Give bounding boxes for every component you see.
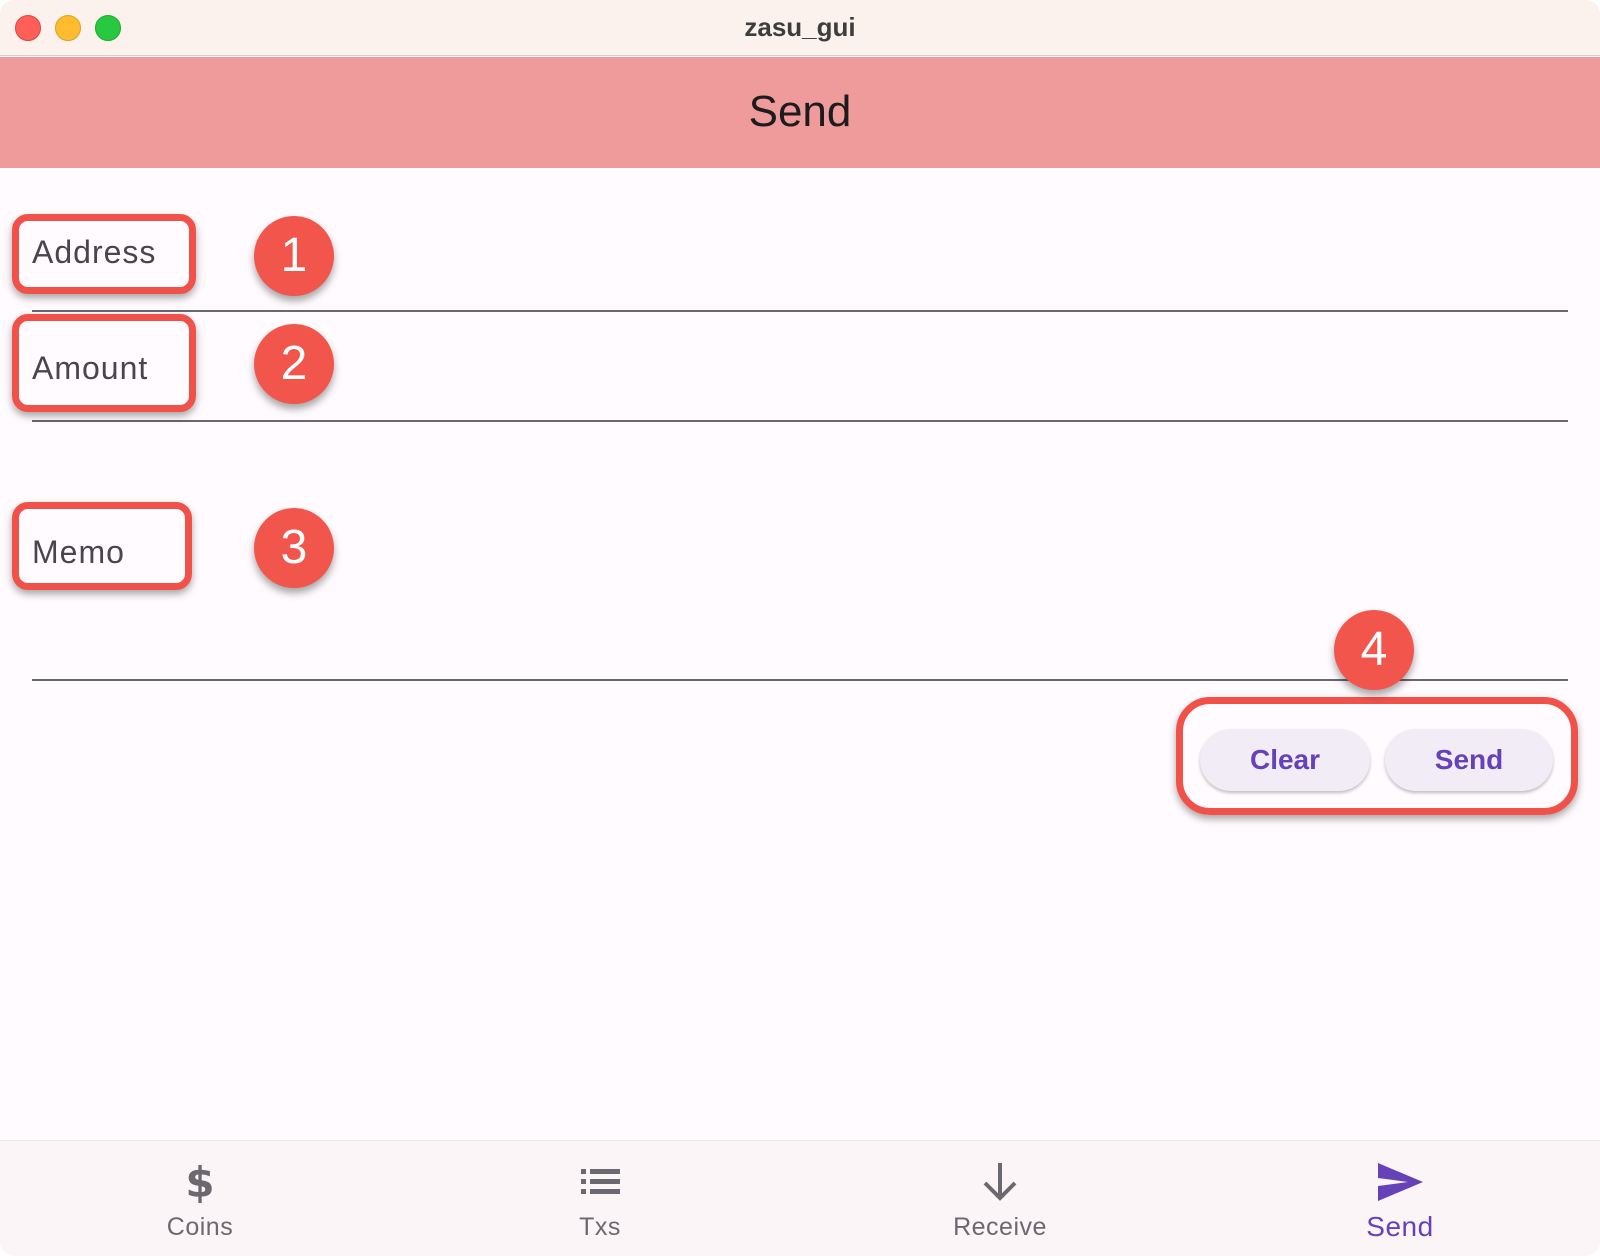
clear-button[interactable]: Clear [1200,729,1370,791]
nav-item-receive[interactable]: Receive [800,1141,1200,1256]
app-window: zasu_gui Send Address 1 Amount 2 Memo 3 … [0,0,1600,1256]
nav-label-receive: Receive [953,1213,1047,1241]
app-bar: Send [0,57,1600,168]
nav-item-txs[interactable]: Txs [400,1141,800,1256]
bottom-navigation: $ Coins Txs Receive Send [0,1140,1600,1256]
annotation-box-address [12,214,196,294]
send-icon [1378,1163,1423,1201]
amount-underline [32,420,1568,422]
annotation-badge-1: 1 [254,216,334,296]
nav-label-coins: Coins [166,1213,234,1241]
nav-item-send[interactable]: Send [1200,1141,1600,1256]
svg-text:$: $ [185,1159,214,1205]
send-button[interactable]: Send [1385,729,1553,791]
nav-label-txs: Txs [579,1213,621,1241]
address-underline [32,310,1568,312]
memo-underline [32,679,1568,681]
annotation-badge-3: 3 [254,508,334,588]
arrow-down-icon [983,1163,1017,1201]
list-icon [581,1169,620,1194]
annotation-badge-2: 2 [254,324,334,404]
annotation-badge-4: 4 [1334,610,1414,690]
window-title: zasu_gui [744,12,856,42]
annotation-box-amount [12,314,196,412]
title-bar: zasu_gui [0,0,1600,56]
annotation-box-memo [12,502,192,590]
nav-item-coins[interactable]: $ Coins [0,1141,400,1256]
page-title: Send [748,87,852,136]
dollar-icon: $ [185,1159,214,1205]
nav-label-send: Send [1366,1211,1434,1242]
